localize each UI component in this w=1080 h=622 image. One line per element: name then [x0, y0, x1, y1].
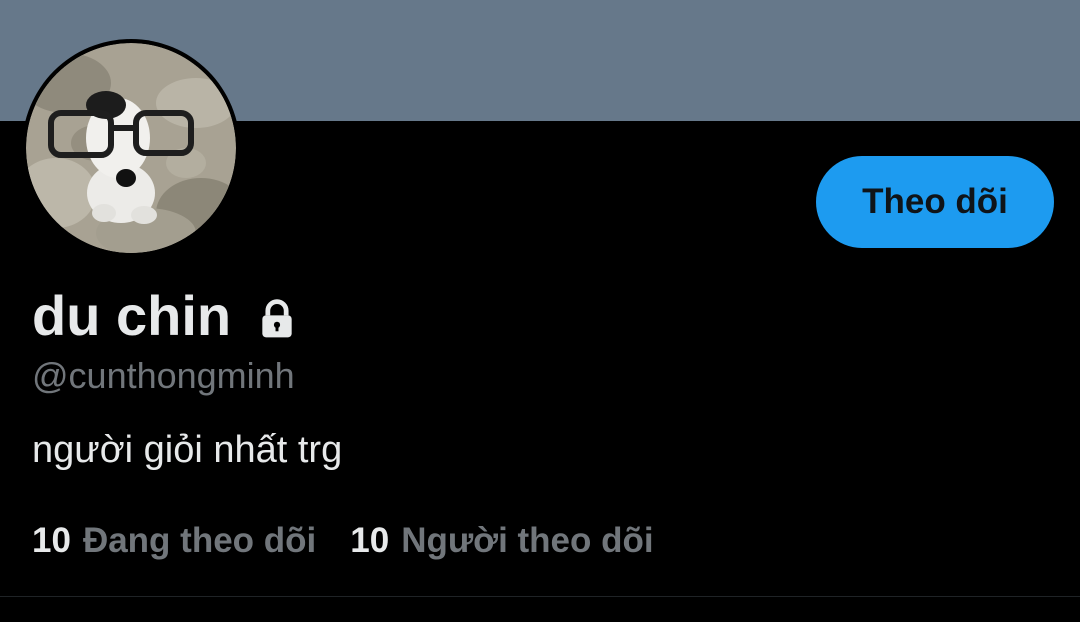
avatar[interactable]: [22, 39, 240, 257]
profile-handle: @cunthongminh: [32, 355, 295, 396]
followers-label: Người theo dõi: [401, 521, 654, 560]
follow-button[interactable]: Theo dõi: [816, 156, 1054, 248]
name-row: du chin: [32, 280, 299, 352]
following-label: Đang theo dõi: [82, 521, 317, 560]
profile-stats: 10 Đang theo dõi 10 Người theo dõi: [32, 518, 688, 564]
avatar-photo: [26, 43, 236, 253]
lock-icon: [262, 299, 292, 338]
section-divider: [0, 596, 1080, 597]
followers-count: 10: [350, 521, 390, 560]
followers-link[interactable]: 10 Người theo dõi: [350, 518, 653, 564]
display-name: du chin: [32, 284, 232, 347]
profile-page: Theo dõi du chin @cunthongminh người giỏ…: [0, 0, 1080, 622]
following-link[interactable]: 10 Đang theo dõi: [32, 518, 316, 564]
profile-bio: người giỏi nhất trg: [32, 429, 343, 471]
following-count: 10: [32, 521, 71, 560]
